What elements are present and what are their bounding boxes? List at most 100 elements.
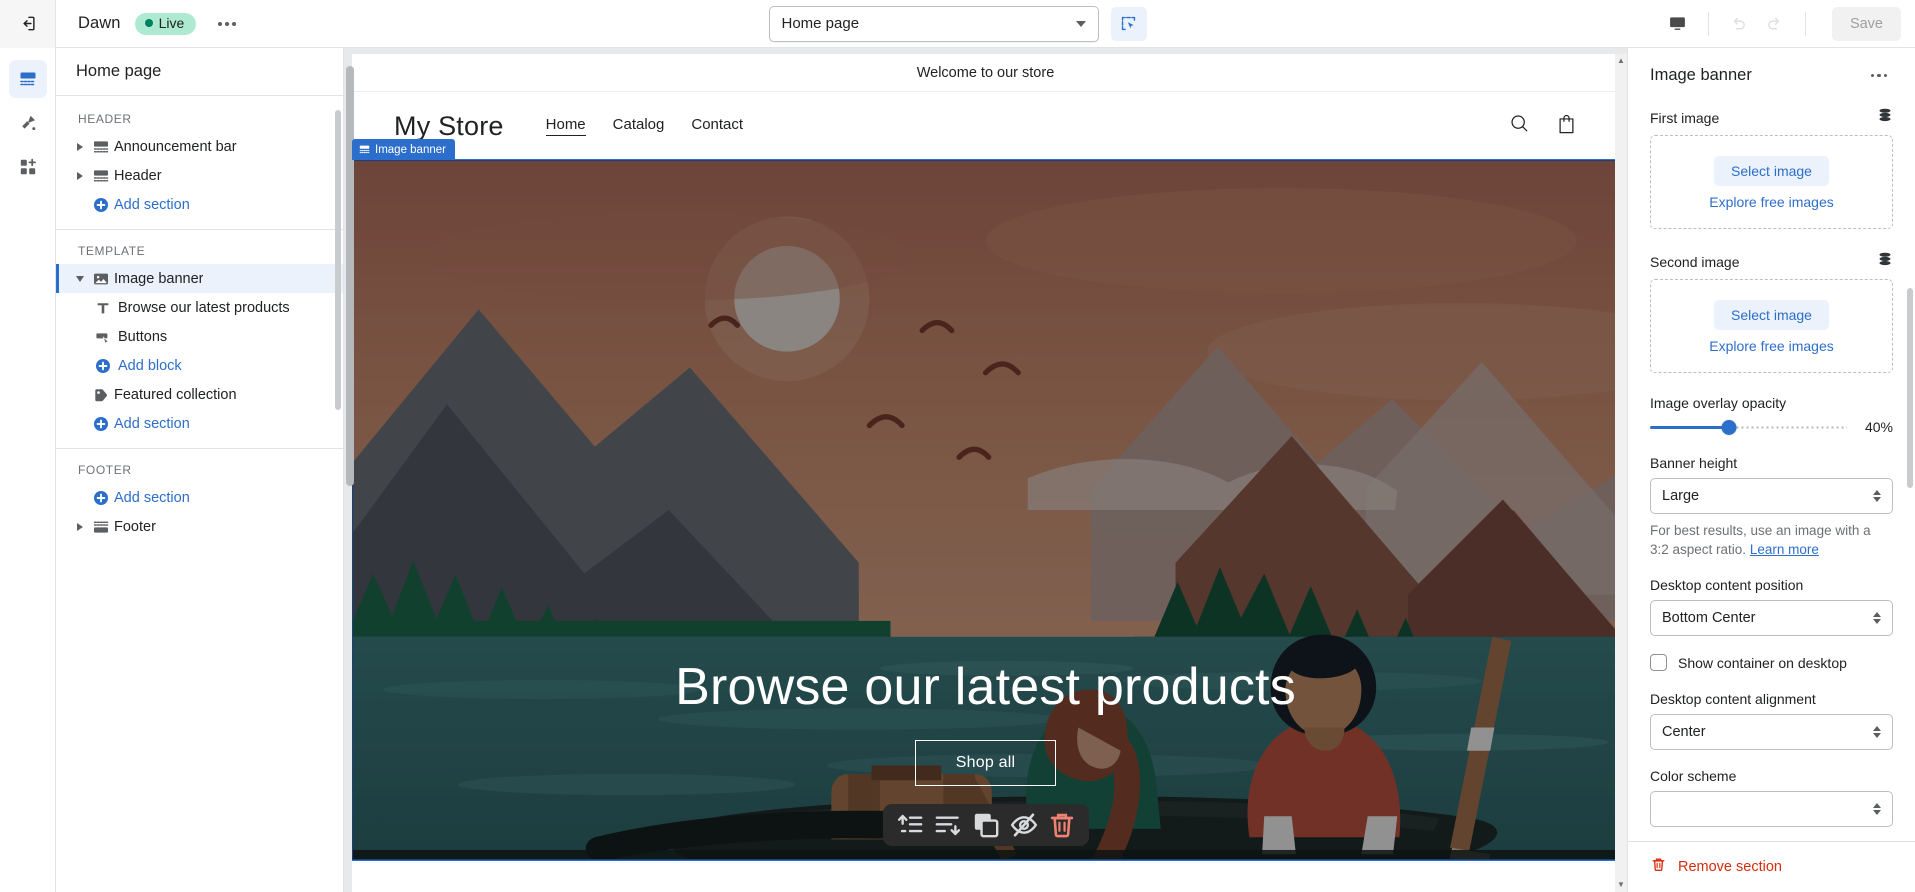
overlay-opacity-slider[interactable] [1650,419,1847,435]
sidebar-item-label: Header [114,167,162,184]
rail-item-apps[interactable] [9,148,47,186]
slider-thumb[interactable] [1721,419,1737,435]
second-image-dropzone[interactable]: Select image Explore free images [1650,279,1893,373]
nav-link-home[interactable]: Home [545,116,586,136]
apps-icon [20,158,36,175]
sidebar-item-label: Add section [114,196,190,213]
toolbar-right: Save [1660,0,1915,47]
show-container-checkbox[interactable] [1650,654,1667,672]
nav-link-catalog[interactable]: Catalog [613,116,665,136]
redo-icon [1768,17,1780,30]
cart-button[interactable] [1556,113,1577,140]
move-section-up-button[interactable] [893,809,927,841]
color-scheme-select[interactable] [1650,791,1893,828]
undo-icon [1734,17,1746,30]
nav-link-contact[interactable]: Contact [691,116,743,136]
second-image-label-row: Second image [1650,251,1893,272]
sidebar-item-header[interactable]: Header [56,161,343,190]
search-button[interactable] [1509,113,1530,139]
toolbar-divider-2 [1804,11,1806,36]
shop-all-button[interactable]: Shop all [914,740,1057,786]
sidebar-scrollbar[interactable] [335,110,341,410]
content-position-value: Bottom Center [1662,610,1756,627]
image-banner-wrapper: Image banner 0% [352,139,1619,861]
save-button[interactable]: Save [1831,6,1901,41]
sidebar-item-label: Featured collection [114,386,237,403]
announcement-bar: Welcome to our store [352,54,1619,92]
settings-scrollbar[interactable] [1907,288,1913,488]
page-selector[interactable]: Home page [768,5,1099,42]
explore-free-images-second-link[interactable]: Explore free images [1709,338,1834,354]
slider-fill [1650,425,1729,429]
banner-heading[interactable]: Browse our latest products [675,658,1296,716]
theme-settings-icon [21,115,35,131]
settings-more-actions-button[interactable] [1865,68,1894,84]
content-alignment-select[interactable]: Center [1650,714,1893,751]
sidebar-item-announcement-bar[interactable]: Announcement bar [56,132,343,161]
dynamic-source-icon[interactable] [1877,107,1893,128]
add-block-button[interactable]: Add block [56,351,343,380]
dynamic-source-icon[interactable] [1877,251,1893,272]
scroll-down-arrow[interactable]: ▼ [1617,878,1625,892]
learn-more-link[interactable]: Learn more [1750,542,1819,557]
undo-button[interactable] [1721,7,1757,41]
theme-more-actions-button[interactable] [210,9,244,39]
sidebar-item-image-banner[interactable]: Image banner [56,264,343,293]
section-label-badge[interactable]: Image banner [352,139,455,160]
redo-button[interactable] [1757,7,1793,41]
content-alignment-field: Desktop content alignment Center [1650,691,1893,751]
add-section-template-button[interactable]: Add section [56,409,343,438]
banner-height-select[interactable]: Large [1650,478,1893,514]
sidebar-item-label: Add section [114,489,190,506]
select-first-image-button[interactable]: Select image [1714,156,1829,186]
editor-body: Home page HEADER Announcement bar Header… [0,48,1915,892]
sidebar-item-label: Buttons [118,328,168,345]
add-section-footer-button[interactable]: Add section [56,483,343,512]
exit-editor-button[interactable] [0,0,56,48]
first-image-label-row: First image [1650,107,1893,128]
live-status-badge: Live [134,12,197,35]
show-container-checkbox-row[interactable]: Show container on desktop [1650,654,1893,672]
image-banner-section[interactable]: 0% [352,159,1619,861]
rail-item-sections[interactable] [8,60,47,98]
overlay-opacity-value: 40% [1864,419,1893,435]
ellipsis-icon [1870,73,1874,78]
scroll-up-arrow[interactable]: ▲ [1617,54,1625,68]
expand-toggle-announcement-bar[interactable] [72,142,88,151]
hide-section-button[interactable] [1007,809,1041,841]
sidebar-block-heading[interactable]: Browse our latest products [56,293,343,322]
expand-toggle-footer[interactable] [72,522,88,531]
rail-item-theme-settings[interactable] [9,104,47,142]
remove-section-button[interactable]: Remove section [1628,841,1915,892]
sidebar-item-label: Browse our latest products [118,299,290,316]
banner-height-field: Banner height Large For best results, us… [1650,455,1893,559]
selection-tool-icon [1121,16,1136,31]
duplicate-section-button[interactable] [969,809,1003,841]
content-position-select[interactable]: Bottom Center [1650,600,1893,637]
plus-circle-icon [88,416,114,432]
inspector-tool-button[interactable] [1110,6,1147,41]
chevron-down-icon [1075,20,1086,27]
first-image-dropzone[interactable]: Select image Explore free images [1650,135,1893,229]
explore-free-images-first-link[interactable]: Explore free images [1709,194,1834,210]
sidebar-item-label: Add block [118,357,182,374]
add-section-header-button[interactable]: Add section [56,190,343,219]
collapse-toggle-image-banner[interactable] [72,275,88,282]
header-section-icon [88,168,114,184]
storefront-actions [1509,113,1577,140]
duplicate-icon [974,813,998,838]
sidebar-block-buttons[interactable]: Buttons [56,322,343,351]
preview-scrollbar-thumb[interactable] [346,66,354,486]
chevron-right-icon [77,171,83,180]
plus-circle-icon [88,197,114,213]
sidebar-item-footer[interactable]: Footer [56,512,343,541]
sidebar-item-featured-collection[interactable]: Featured collection [56,380,343,409]
move-section-down-button[interactable] [931,809,965,841]
device-desktop-button[interactable] [1660,7,1696,41]
banner-height-label: Banner height [1650,455,1738,471]
delete-section-button[interactable] [1045,809,1079,841]
sidebar-group-footer: FOOTER Add section Footer [56,449,343,551]
expand-toggle-header[interactable] [72,171,88,180]
first-image-label: First image [1650,109,1720,126]
select-second-image-button[interactable]: Select image [1714,300,1829,330]
